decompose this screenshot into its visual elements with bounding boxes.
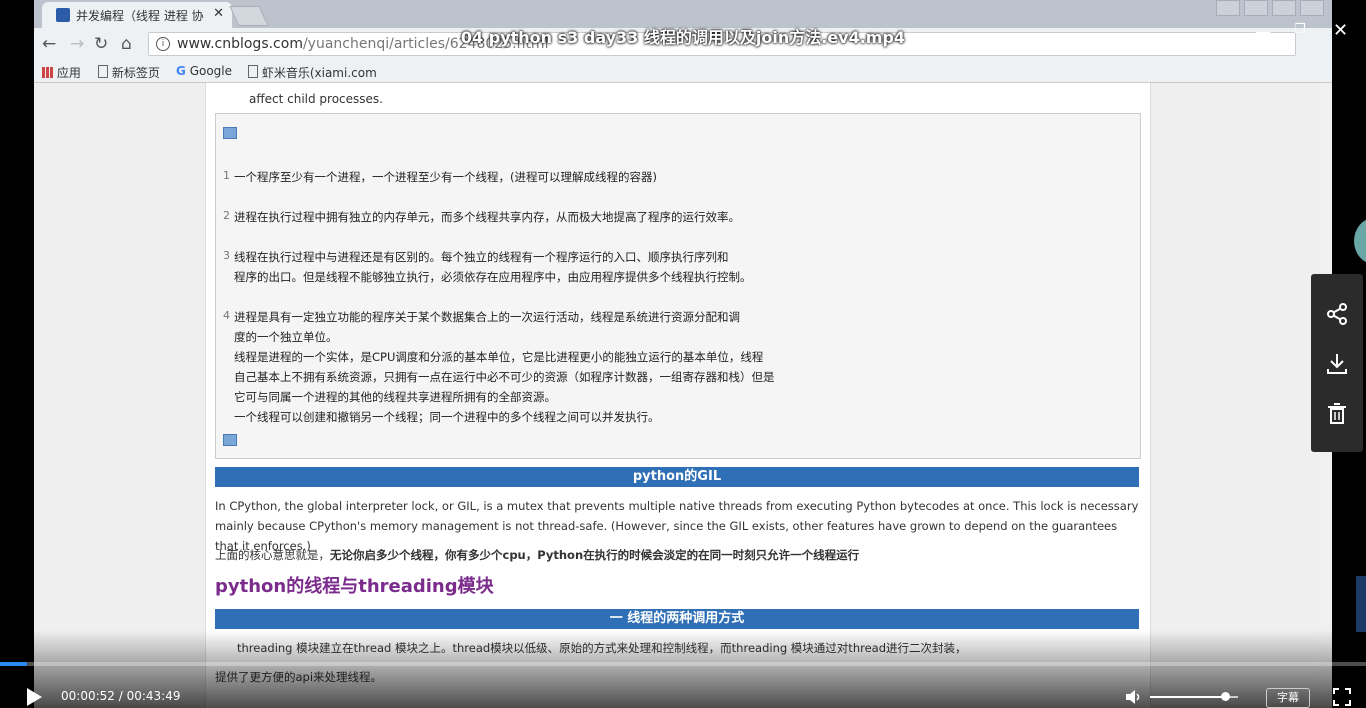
volume-level xyxy=(1150,696,1225,698)
code-block: 1 一个程序至少有一个进程，一个进程至少有一个线程，(进程可以理解成线程的容器)… xyxy=(215,113,1141,459)
player-controls: 00:00:52 / 00:43:49 字幕 xyxy=(0,666,1366,708)
code-line: 度的一个独立单位。 xyxy=(234,330,338,344)
minimize-window-button[interactable] xyxy=(1244,0,1268,16)
edge-widget[interactable] xyxy=(1356,576,1366,632)
line-number: 4 xyxy=(223,309,230,322)
volume-icon[interactable] xyxy=(1124,688,1142,706)
copy-code-icon[interactable] xyxy=(223,434,237,446)
article-body: affect child processes. 1 一个程序至少有一个进程，一个… xyxy=(205,83,1151,708)
window-controls xyxy=(1216,0,1324,18)
video-title: 04 python s3 day33 线程的调用以及join方法.ev4.mp4 xyxy=(460,28,906,47)
code-line: 线程是进程的一个实体，是CPU调度和分派的基本单位，它是比进程更小的能独立运行的… xyxy=(234,350,764,364)
site-favicon-icon xyxy=(56,8,70,22)
gil-heading: python的GIL xyxy=(215,467,1139,487)
line-number: 3 xyxy=(223,249,230,262)
delete-icon[interactable] xyxy=(1324,401,1350,427)
google-icon: G xyxy=(176,64,186,78)
minimize-player-icon[interactable]: — xyxy=(1255,22,1271,41)
bookmarks-bar: 应用 新标签页 G Google 虾米音乐(xiami.com xyxy=(34,60,1332,83)
threading-paragraph: threading 模块建立在thread 模块之上。thread模块以低级、原… xyxy=(237,641,967,655)
code-line: 它可与同属一个进程的其他的线程共享进程所拥有的全部资源。 xyxy=(234,390,556,404)
code-line: 线程在执行过程中与进程还是有区别的。每个独立的线程有一个程序运行的入口、顺序执行… xyxy=(234,250,729,264)
line-number: 2 xyxy=(223,209,230,222)
play-icon[interactable] xyxy=(27,688,42,706)
time-display: 00:00:52 / 00:43:49 xyxy=(61,689,181,703)
code-line: 自己基本上不拥有系统资源，只拥有一点在运行中必不可少的资源（如程序计数器，一组寄… xyxy=(234,370,775,384)
page-icon xyxy=(98,65,108,78)
code-line: 程序的出口。但是线程不能够独立执行，必须依存在应用程序中，由应用程序提供多个线程… xyxy=(234,270,752,284)
page-content: affect child processes. 1 一个程序至少有一个进程，一个… xyxy=(34,83,1332,708)
total-time: 00:43:49 xyxy=(126,689,181,703)
copy-code-icon[interactable] xyxy=(223,127,237,139)
threading-heading: python的线程与threading模块 xyxy=(215,576,494,597)
code-line: 一个线程可以创建和撤销另一个线程；同一个进程中的多个线程之间可以并发执行。 xyxy=(234,410,660,424)
bookmark-new-tab[interactable]: 新标签页 xyxy=(98,64,160,81)
player-side-panel xyxy=(1311,274,1363,452)
volume-handle[interactable] xyxy=(1220,692,1230,701)
share-icon[interactable] xyxy=(1324,301,1350,327)
bookmark-apps[interactable]: 应用 xyxy=(42,64,81,81)
call-methods-heading: 一 线程的两种调用方式 xyxy=(215,609,1139,629)
fullscreen-icon[interactable] xyxy=(1333,688,1351,706)
bookmark-google[interactable]: G Google xyxy=(176,64,232,78)
gil-summary: 上面的核心意思就是，无论你启多少个线程，你有多少个cpu，Python在执行的时… xyxy=(215,548,860,562)
restore-player-icon[interactable]: ❐ xyxy=(1294,22,1306,37)
close-window-button[interactable] xyxy=(1300,0,1324,16)
line-number: 1 xyxy=(223,169,230,182)
new-tab-button[interactable] xyxy=(229,6,269,26)
apps-grid-icon xyxy=(42,67,53,78)
intro-text: affect child processes. xyxy=(249,92,383,106)
code-line: 进程是具有一定独立功能的程序关于某个数据集合上的一次运行活动，线程是系统进行资源… xyxy=(234,310,740,324)
close-player-icon[interactable]: ✕ xyxy=(1333,20,1348,41)
tab-title: 并发编程（线程 进程 协 xyxy=(76,9,204,23)
user-icon[interactable] xyxy=(1216,0,1240,16)
tab-close-icon[interactable]: ✕ xyxy=(213,6,224,21)
browser-window: 并发编程（线程 进程 协 ✕ ← → ↻ ⌂ i www.cnblogs.com… xyxy=(34,0,1332,708)
current-time: 00:00:52 xyxy=(61,689,115,703)
subtitle-button[interactable]: 字幕 xyxy=(1266,688,1310,708)
page-icon xyxy=(248,65,258,78)
maximize-window-button[interactable] xyxy=(1272,0,1296,16)
code-line: 进程在执行过程中拥有独立的内存单元，而多个线程共享内存，从而极大地提高了程序的运… xyxy=(234,210,740,224)
floating-assistant-icon[interactable] xyxy=(1354,218,1366,264)
download-icon[interactable] xyxy=(1324,351,1350,377)
code-line: 一个程序至少有一个进程，一个进程至少有一个线程，(进程可以理解成线程的容器) xyxy=(234,170,657,184)
bookmark-xiami[interactable]: 虾米音乐(xiami.com xyxy=(248,64,377,81)
